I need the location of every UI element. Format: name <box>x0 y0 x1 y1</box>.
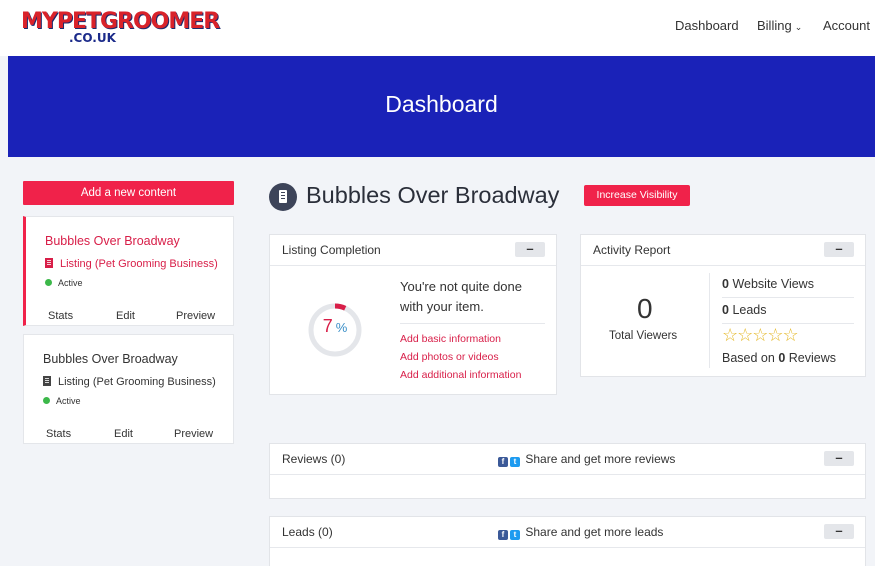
panel-header: Activity Report – <box>581 235 865 266</box>
top-navbar: MYPETGROOMER .CO.UK Dashboard Billing ⌄ A… <box>0 0 875 56</box>
status-label: Active <box>56 396 81 406</box>
listing-card-category-label: Listing (Pet Grooming Business) <box>60 258 218 270</box>
completion-message: You're not quite done with your item. <box>400 279 522 314</box>
chevron-down-icon: ⌄ <box>794 22 803 32</box>
reviews-summary: Based on 0 Reviews <box>722 351 836 365</box>
leads-stat: 0 Leads <box>722 303 767 317</box>
divider <box>400 323 545 324</box>
add-content-button[interactable]: Add a new content <box>23 181 234 205</box>
total-viewers-count: 0 <box>637 293 653 324</box>
listing-completion-panel: Listing Completion – 7% You're not quite… <box>269 234 557 395</box>
collapse-button[interactable]: – <box>824 524 854 539</box>
panel-header: Reviews (0) ft Share and get more review… <box>270 444 865 475</box>
hero-banner: Dashboard <box>8 56 875 157</box>
listing-card-category: Listing (Pet Grooming Business) <box>45 258 218 270</box>
panel-title: Leads (0) <box>282 525 333 539</box>
listing-card-category: Listing (Pet Grooming Business) <box>43 376 216 388</box>
edit-link[interactable]: Edit <box>114 428 133 440</box>
rating-stars-icon: ☆☆☆☆☆ <box>722 325 799 345</box>
edit-link[interactable]: Edit <box>116 310 135 322</box>
collapse-button[interactable]: – <box>824 242 854 257</box>
leads-panel: Leads (0) ft Share and get more leads – <box>269 516 866 566</box>
listing-card-selected[interactable]: Bubbles Over Broadway Listing (Pet Groom… <box>23 216 234 326</box>
divider <box>722 297 854 298</box>
panel-title: Reviews (0) <box>282 452 346 466</box>
listing-card[interactable]: Bubbles Over Broadway Listing (Pet Groom… <box>23 334 234 444</box>
divider <box>722 323 854 324</box>
listing-title: Bubbles Over Broadway <box>306 182 560 208</box>
reviews-prefix: Based on <box>722 351 775 365</box>
building-icon <box>45 258 53 268</box>
add-basic-info-link[interactable]: Add basic information <box>400 333 501 345</box>
twitter-icon[interactable]: t <box>510 457 520 467</box>
status-dot-icon <box>43 397 50 404</box>
page-title: Dashboard <box>385 91 498 117</box>
total-viewers-label: Total Viewers <box>609 330 678 342</box>
reviews-panel: Reviews (0) ft Share and get more review… <box>269 443 866 499</box>
logo-wordmark: MYPETGROOMER <box>21 9 220 34</box>
facebook-icon[interactable]: f <box>498 457 508 467</box>
panel-title: Listing Completion <box>282 243 381 257</box>
activity-report-panel: Activity Report – 0 Total Viewers 0 Webs… <box>580 234 866 377</box>
share-leads-label: Share and get more leads <box>525 525 664 539</box>
collapse-button[interactable]: – <box>824 451 854 466</box>
nav-billing-menu[interactable]: Billing ⌄ <box>757 18 802 33</box>
reviews-count: 0 <box>778 351 786 365</box>
preview-link[interactable]: Preview <box>174 428 213 440</box>
listing-card-title[interactable]: Bubbles Over Broadway <box>43 352 178 366</box>
site-logo[interactable]: MYPETGROOMER .CO.UK <box>21 9 220 49</box>
panel-header: Leads (0) ft Share and get more leads – <box>270 517 865 548</box>
panel-title: Activity Report <box>593 243 671 257</box>
website-views-stat: 0 Website Views <box>722 277 814 291</box>
increase-visibility-button[interactable]: Increase Visibility <box>584 185 690 206</box>
website-views-count: 0 <box>722 277 729 291</box>
status-label: Active <box>58 278 83 288</box>
panel-header: Listing Completion – <box>270 235 556 266</box>
preview-link[interactable]: Preview <box>176 310 215 322</box>
website-views-label: Website Views <box>732 277 814 291</box>
stats-link[interactable]: Stats <box>46 428 71 440</box>
logo-domain: .CO.UK <box>69 31 116 45</box>
listing-card-category-label: Listing (Pet Grooming Business) <box>58 376 216 388</box>
status-dot-icon <box>45 279 52 286</box>
share-leads-link[interactable]: ft Share and get more leads <box>498 525 663 540</box>
facebook-icon[interactable]: f <box>498 530 508 540</box>
listing-card-title[interactable]: Bubbles Over Broadway <box>45 234 180 248</box>
stats-link[interactable]: Stats <box>48 310 73 322</box>
completion-percent-value: 7 <box>322 316 333 336</box>
nav-dashboard-link[interactable]: Dashboard <box>675 18 739 33</box>
add-additional-info-link[interactable]: Add additional information <box>400 369 521 381</box>
nav-account-link[interactable]: Account <box>823 18 870 33</box>
completion-percent-symbol: % <box>335 320 348 335</box>
nav-billing-label: Billing <box>757 18 792 33</box>
divider <box>709 273 710 368</box>
building-icon <box>269 183 297 211</box>
status-badge: Active <box>43 396 81 406</box>
leads-count: 0 <box>722 303 729 317</box>
building-icon <box>43 376 51 386</box>
share-reviews-label: Share and get more reviews <box>525 452 676 466</box>
share-reviews-link[interactable]: ft Share and get more reviews <box>498 452 675 467</box>
twitter-icon[interactable]: t <box>510 530 520 540</box>
leads-label: Leads <box>732 303 767 317</box>
reviews-suffix: Reviews <box>788 351 836 365</box>
status-badge: Active <box>45 278 83 288</box>
completion-percent: 7% <box>307 316 363 337</box>
collapse-button[interactable]: – <box>515 242 545 257</box>
add-photos-link[interactable]: Add photos or videos <box>400 351 499 363</box>
